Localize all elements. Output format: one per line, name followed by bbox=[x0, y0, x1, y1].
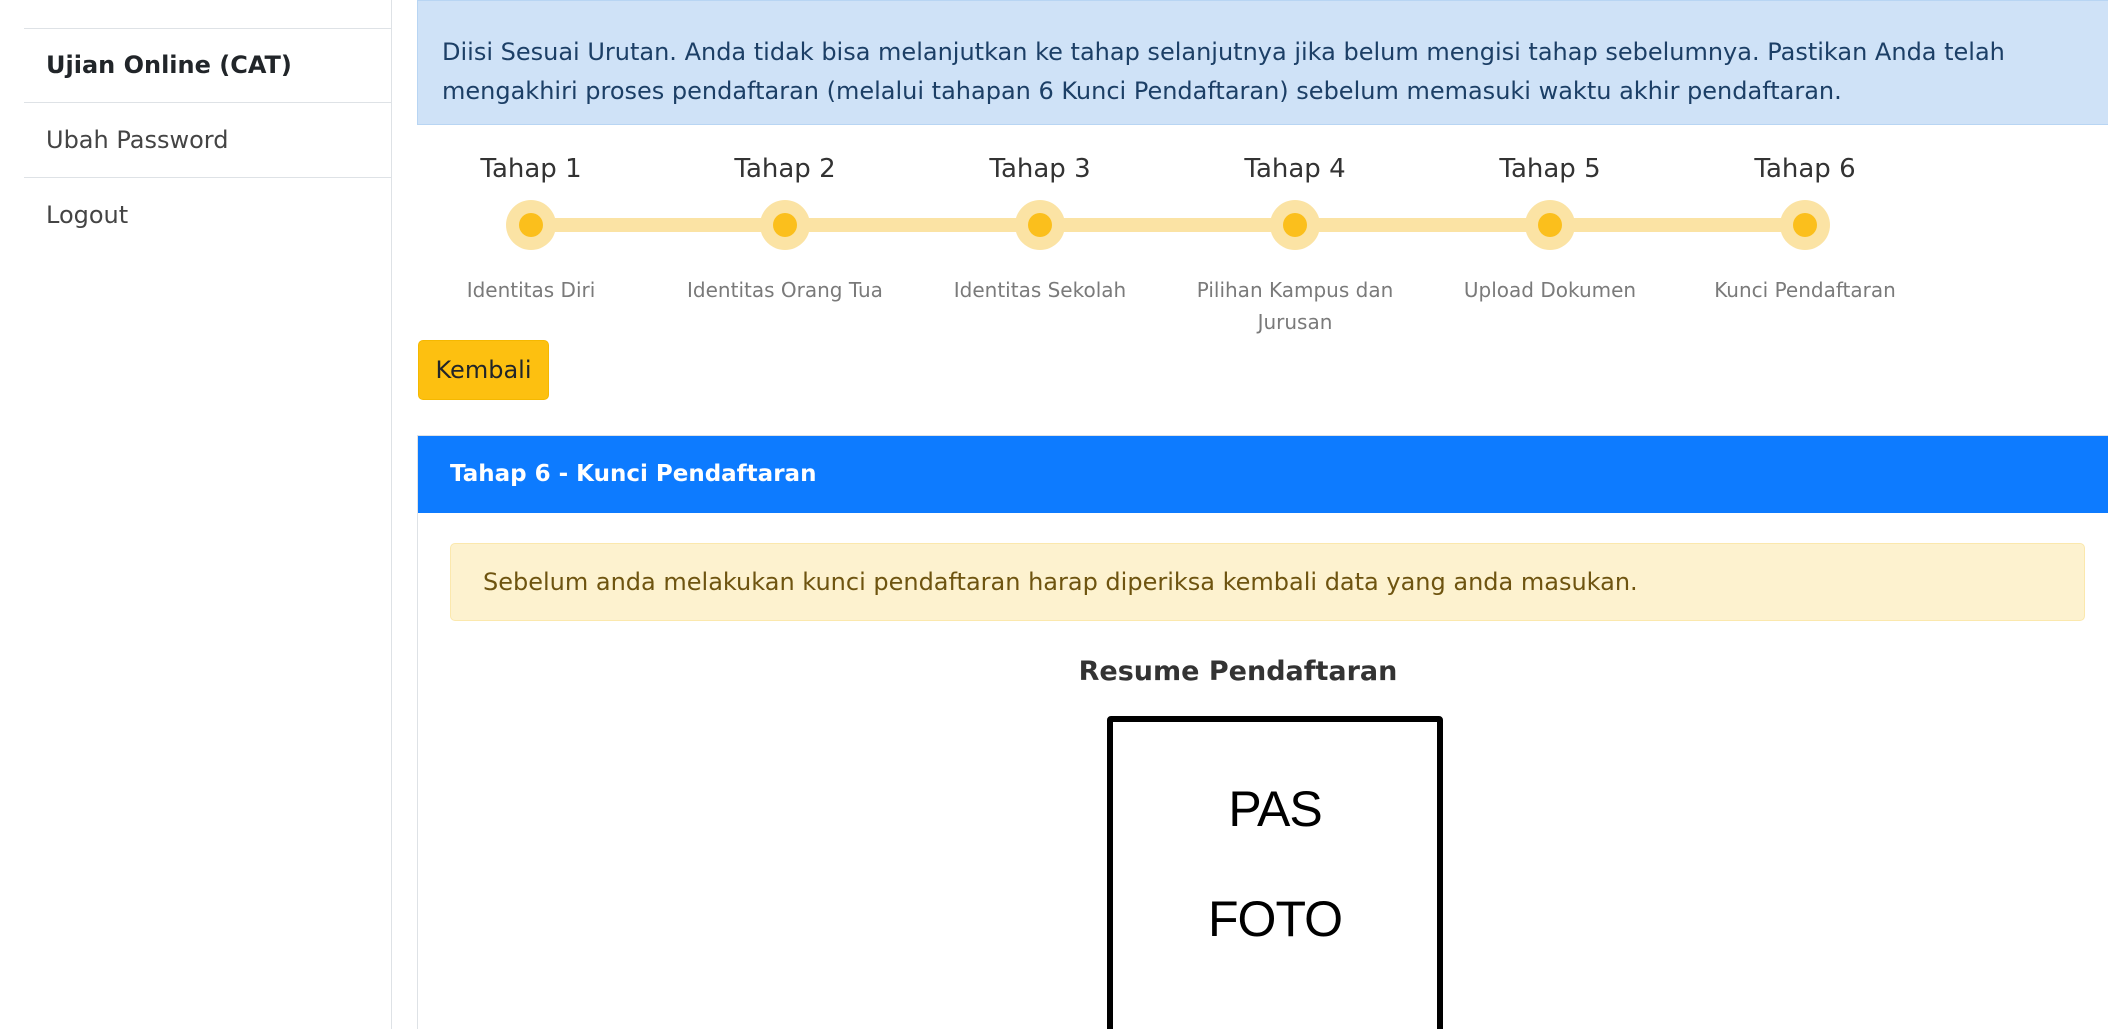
photo-placeholder-line2: FOTO bbox=[1208, 891, 1343, 947]
step-5[interactable]: Tahap 5 Upload Dokumen bbox=[1423, 140, 1677, 306]
step-4[interactable]: Tahap 4 Pilihan Kampus dan Jurusan bbox=[1168, 140, 1422, 338]
step-dot-icon bbox=[760, 200, 810, 250]
back-button[interactable]: Kembali bbox=[418, 340, 549, 400]
sidebar-item-ubah-password[interactable]: Ubah Password bbox=[24, 103, 391, 178]
step-subtitle: Identitas Sekolah bbox=[953, 278, 1127, 302]
step-6[interactable]: Tahap 6 Kunci Pendaftaran bbox=[1678, 140, 1932, 306]
sidebar: Ujian Online (CAT) Ubah Password Logout bbox=[24, 0, 392, 1029]
warning-alert: Sebelum anda melakukan kunci pendaftaran… bbox=[450, 543, 2085, 621]
info-alert-text: Diisi Sesuai Urutan. Anda tidak bisa mel… bbox=[442, 38, 2005, 105]
step-dot-icon bbox=[506, 200, 556, 250]
step-subtitle: Identitas Diri bbox=[466, 278, 596, 302]
step-title: Tahap 2 bbox=[734, 154, 836, 184]
passport-photo-placeholder: PAS FOTO bbox=[1107, 716, 1443, 1029]
step-3[interactable]: Tahap 3 Identitas Sekolah bbox=[913, 140, 1167, 306]
step-dot-icon bbox=[1270, 200, 1320, 250]
step-1[interactable]: Tahap 1 Identitas Diri bbox=[404, 140, 658, 306]
step-dot-icon bbox=[1780, 200, 1830, 250]
step-title: Tahap 6 bbox=[1754, 154, 1856, 184]
warning-alert-text: Sebelum anda melakukan kunci pendaftaran… bbox=[483, 568, 1638, 596]
step-title: Tahap 3 bbox=[989, 154, 1091, 184]
step-subtitle: Kunci Pendaftaran bbox=[1714, 278, 1896, 302]
photo-placeholder-line1: PAS bbox=[1228, 781, 1322, 837]
resume-title: Resume Pendaftaran bbox=[1078, 656, 1398, 687]
step-title: Tahap 4 bbox=[1244, 154, 1346, 184]
step-subtitle: Upload Dokumen bbox=[1463, 278, 1637, 302]
sidebar-item-ujian-online[interactable]: Ujian Online (CAT) bbox=[24, 28, 391, 103]
step-title: Tahap 5 bbox=[1499, 154, 1601, 184]
sidebar-item-logout[interactable]: Logout bbox=[24, 178, 391, 253]
step-2[interactable]: Tahap 2 Identitas Orang Tua bbox=[658, 140, 912, 306]
step-title: Tahap 1 bbox=[480, 154, 582, 184]
step-subtitle: Identitas Orang Tua bbox=[687, 278, 883, 302]
info-alert: Diisi Sesuai Urutan. Anda tidak bisa mel… bbox=[417, 0, 2108, 125]
step-subtitle: Pilihan Kampus dan Jurusan bbox=[1196, 278, 1394, 334]
registration-stepper: Tahap 1 Identitas Diri Tahap 2 Identitas… bbox=[417, 140, 1917, 340]
step-dot-icon bbox=[1015, 200, 1065, 250]
step-dot-icon bbox=[1525, 200, 1575, 250]
lock-registration-card: Tahap 6 - Kunci Pendaftaran Sebelum anda… bbox=[417, 435, 2108, 1029]
page: Ujian Online (CAT) Ubah Password Logout … bbox=[0, 0, 2108, 1029]
card-header: Tahap 6 - Kunci Pendaftaran bbox=[418, 436, 2108, 513]
